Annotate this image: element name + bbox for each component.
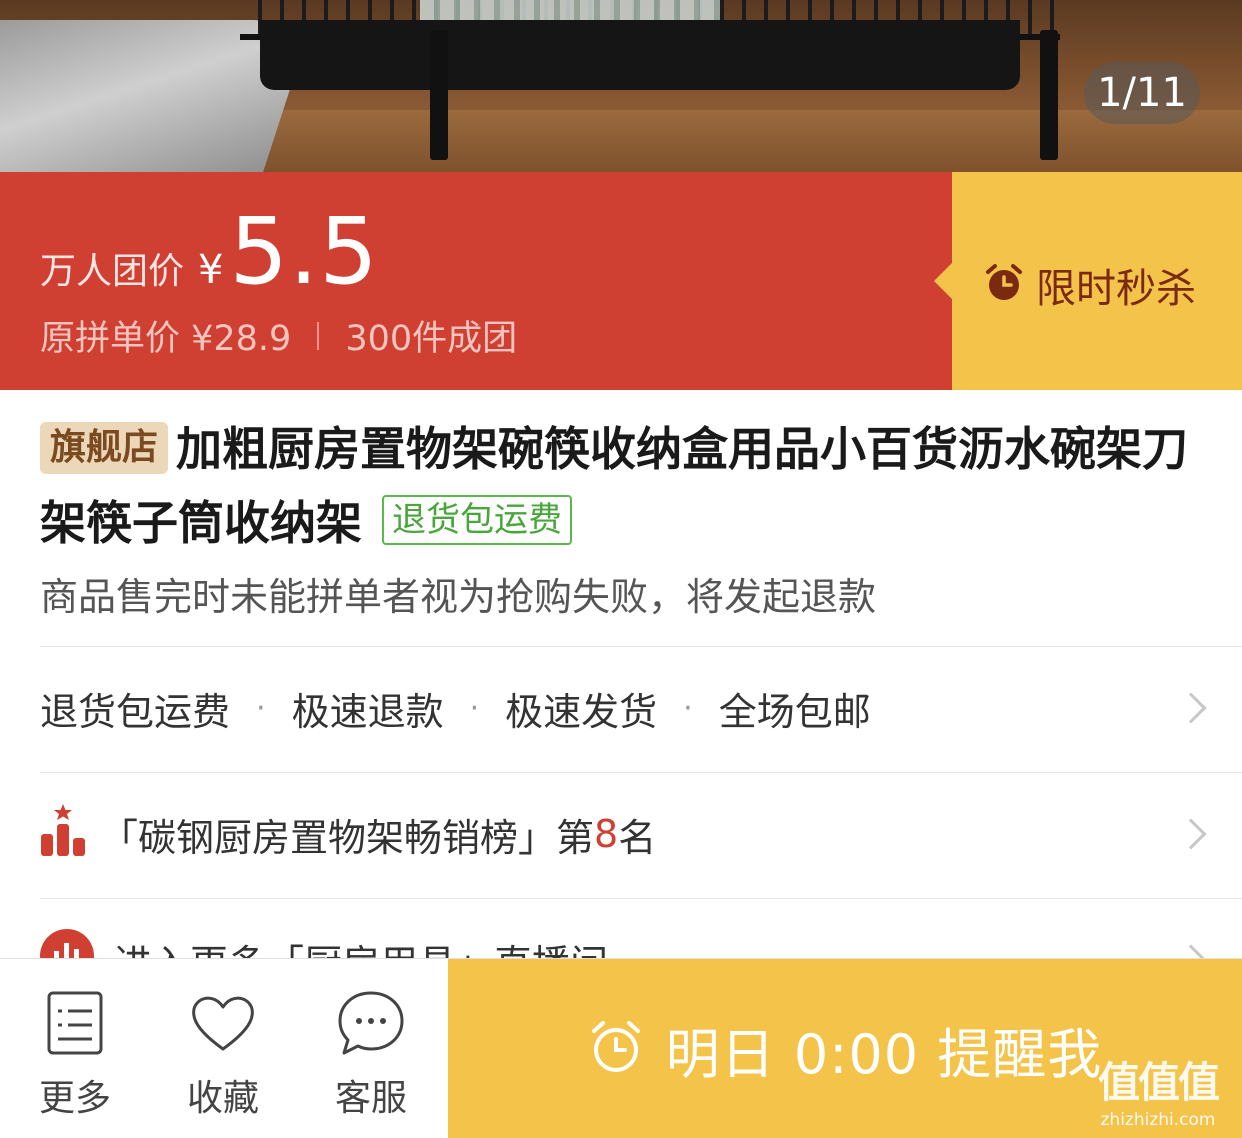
service-item: 退货包运费 [40,689,231,734]
favorite-button[interactable]: 收藏 [148,959,298,1138]
rack-tray [260,20,1020,90]
alarm-clock-icon [984,263,1024,307]
divider [317,321,320,350]
remind-me-label: 明日 0:00 提醒我 [665,1022,1103,1086]
list-icon [40,989,110,1059]
chevron-right-icon [1175,818,1207,850]
group-count: 300件成团 [345,319,518,359]
alarm-clock-icon [588,1019,644,1079]
ranking-prefix: 「碳钢厨房置物架畅销榜」第 [100,815,595,860]
original-price-line: 原拼单价 ¥28.9 300件成团 [40,310,517,361]
heart-icon [188,989,258,1059]
separator-dot: · [469,690,480,726]
watermark-url: zhizhizhi.com [1100,1110,1216,1130]
group-price-value: 5.5 [229,198,379,305]
service-item: 极速退款 [291,689,444,734]
refund-notice: 商品售完时未能拼单者视为抢购失败，将发起退款 [40,575,877,619]
ranking-number: 8 [594,812,619,856]
divider [40,772,1242,773]
currency-symbol: ¥ [198,247,224,293]
more-label: 更多 [38,1078,111,1119]
original-price: 原拼单价 ¥28.9 [40,319,292,359]
product-title-block: 旗舰店 加粗厨房置物架碗筷收纳盒用品小百货沥水碗架刀架筷子筒收纳架 退货包运费 [40,412,1210,560]
service-item: 极速发货 [505,689,658,734]
product-title: 加粗厨房置物架碗筷收纳盒用品小百货沥水碗架刀架筷子筒收纳架 [40,422,1189,550]
flash-sale-label: 限时秒杀 [1036,266,1196,312]
flagship-tag: 旗舰店 [40,422,169,474]
divider [40,898,1242,899]
bottom-action-bar: 更多 收藏 客服 明日 0:00 提醒我 [0,958,1242,1138]
group-price-label: 万人团价 [40,251,185,292]
price-banner: 万人团价 ¥ 5.5 原拼单价 ¥28.9 300件成团 [0,172,952,390]
product-image-carousel[interactable]: 1/11 [0,0,1242,172]
chevron-right-icon [1175,692,1207,724]
chat-bubble-icon [336,989,406,1059]
return-shipping-tag: 退货包运费 [382,495,572,545]
ranking-suffix: 名 [618,815,657,860]
separator-dot: · [683,690,693,726]
customer-service-button[interactable]: 客服 [296,959,446,1138]
group-price-line: 万人团价 ¥ 5.5 [40,198,379,305]
service-item: 全场包邮 [718,689,871,734]
service-guarantee-row[interactable]: 退货包运费 · 极速退款 · 极速发货 · 全场包邮 [40,648,1207,768]
image-page-indicator: 1/11 [1084,62,1200,124]
site-watermark: 值值值 zhizhizhi.com [1088,1049,1228,1130]
divider [40,646,1242,647]
ranking-chart-icon [40,803,86,865]
ranking-row[interactable]: 「碳钢厨房置物架畅销榜」第 8 名 [40,774,1207,894]
badge-notch [934,263,952,299]
flash-sale-badge: 限时秒杀 [934,172,1242,390]
rack-leg [1040,30,1058,160]
watermark-logo-text: 值值值 [1097,1058,1220,1107]
favorite-label: 收藏 [186,1078,259,1119]
separator-dot: · [256,690,266,726]
customer-service-label: 客服 [334,1078,407,1119]
more-button[interactable]: 更多 [0,959,150,1138]
rack-leg [430,30,448,160]
